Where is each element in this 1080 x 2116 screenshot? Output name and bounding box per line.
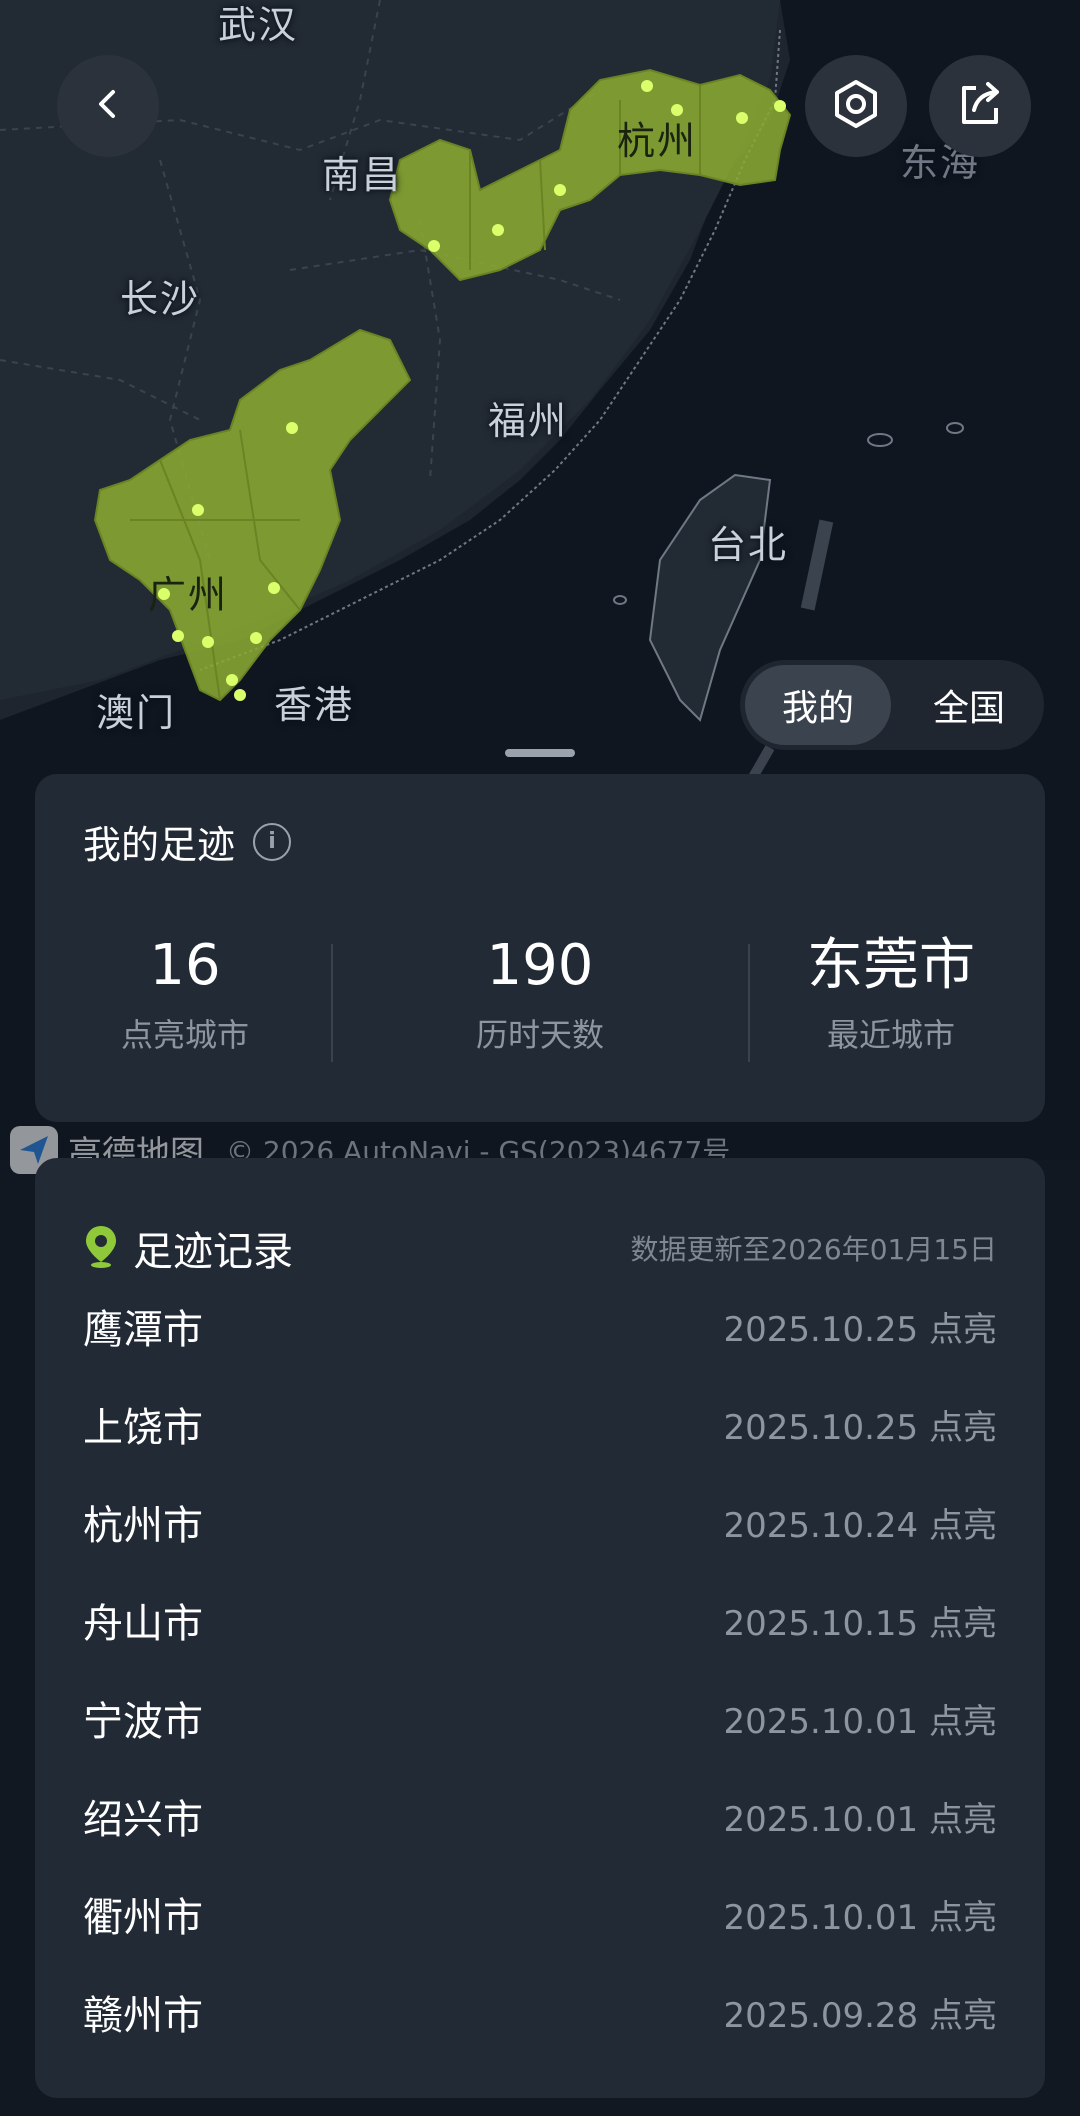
record-date: 2025.10.15 点亮 <box>723 1603 997 1644</box>
record-city: 宁波市 <box>83 1699 203 1745</box>
toggle-mine[interactable]: 我的 <box>745 665 891 745</box>
map-label-taibei: 台北 <box>708 523 789 567</box>
record-row[interactable]: 舟山市 2025.10.15 点亮 <box>83 1580 997 1660</box>
record-date: 2025.10.25 点亮 <box>723 1309 997 1350</box>
stat-divider <box>331 944 333 1062</box>
map-label-hangzhou: 杭州 <box>617 119 698 163</box>
chevron-left-icon <box>88 84 128 128</box>
map-label-nanchang: 南昌 <box>322 153 403 197</box>
settings-hexagon-icon <box>828 76 884 136</box>
settings-button[interactable] <box>805 55 907 157</box>
map-label-guangzhou: 广州 <box>148 573 229 617</box>
stat-lit-cities-value: 16 <box>149 933 221 998</box>
toggle-national[interactable]: 全国 <box>896 665 1042 745</box>
record-city: 赣州市 <box>83 1993 203 2039</box>
record-row[interactable]: 衢州市 2025.10.01 点亮 <box>83 1874 997 1954</box>
map-label-xianggang: 香港 <box>274 683 355 727</box>
records-updated: 数据更新至2026年01月15日 <box>630 1233 997 1266</box>
sheet-drag-handle[interactable] <box>505 749 575 757</box>
record-date: 2025.10.01 点亮 <box>723 1799 997 1840</box>
record-date: 2025.10.25 点亮 <box>723 1407 997 1448</box>
record-date: 2025.10.01 点亮 <box>723 1897 997 1938</box>
record-city: 鹰潭市 <box>83 1307 203 1353</box>
stat-lit-cities-label: 点亮城市 <box>120 1016 249 1054</box>
record-city: 上饶市 <box>83 1405 203 1451</box>
stats-card: 我的足迹 i 16 点亮城市 190 历时天数 东莞市 最近城市 <box>35 774 1045 1122</box>
record-date: 2025.10.24 点亮 <box>723 1505 997 1546</box>
record-row[interactable]: 上饶市 2025.10.25 点亮 <box>83 1384 997 1464</box>
stat-days-value: 190 <box>486 933 594 998</box>
stat-days-label: 历时天数 <box>475 1016 604 1054</box>
map-label-changsha: 长沙 <box>120 277 201 321</box>
record-row[interactable]: 绍兴市 2025.10.01 点亮 <box>83 1776 997 1856</box>
records-card: 足迹记录 数据更新至2026年01月15日 鹰潭市 2025.10.25 点亮 上饶… <box>35 1158 1045 2098</box>
stat-recent-city-label: 最近城市 <box>826 1016 955 1054</box>
back-button[interactable] <box>57 55 159 157</box>
record-city: 杭州市 <box>83 1503 203 1549</box>
record-date: 2025.09.28 点亮 <box>723 1995 997 2036</box>
map-label-wuhan: 武汉 <box>218 3 299 47</box>
map-label-fuzhou: 福州 <box>488 399 569 443</box>
map-label-aomen: 澳门 <box>96 691 177 735</box>
location-pin-icon <box>83 1224 119 1272</box>
record-row[interactable]: 赣州市 2025.09.28 点亮 <box>83 1972 997 2052</box>
record-city: 衢州市 <box>83 1895 203 1941</box>
record-row[interactable]: 鹰潭市 2025.10.25 点亮 <box>83 1286 997 1366</box>
record-city: 舟山市 <box>83 1601 203 1647</box>
record-row[interactable]: 杭州市 2025.10.24 点亮 <box>83 1482 997 1562</box>
records-header: 足迹记录 数据更新至2026年01月15日 <box>83 1218 997 1278</box>
scope-toggle[interactable]: 我的 全国 <box>740 660 1044 750</box>
record-city: 绍兴市 <box>83 1797 203 1843</box>
share-icon <box>952 76 1008 136</box>
stat-recent-city: 东莞市 最近城市 <box>741 934 1041 1056</box>
stat-recent-city-value: 东莞市 <box>807 933 975 998</box>
info-icon[interactable]: i <box>253 822 292 861</box>
record-date: 2025.10.01 点亮 <box>723 1701 997 1742</box>
share-button[interactable] <box>929 55 1031 157</box>
stats-title: 我的足迹 <box>83 823 236 867</box>
stats-title-row: 我的足迹 i <box>83 814 292 869</box>
stat-lit-cities: 16 点亮城市 <box>35 934 335 1056</box>
stat-days: 190 历时天数 <box>390 934 690 1056</box>
record-row[interactable]: 宁波市 2025.10.01 点亮 <box>83 1678 997 1758</box>
records-title: 足迹记录 <box>133 1229 293 1275</box>
